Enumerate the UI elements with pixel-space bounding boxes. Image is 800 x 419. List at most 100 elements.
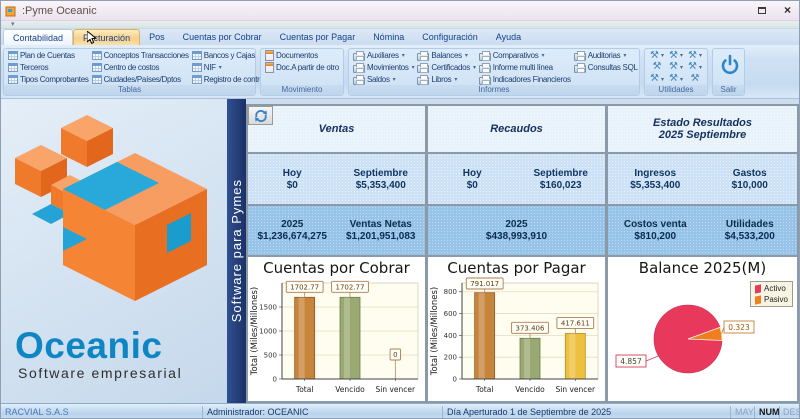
- stat-value: $1,236,674,275: [257, 231, 327, 242]
- title-bar: :Pyme Oceanic ×: [1, 1, 799, 21]
- utility-button-2[interactable]: ⚒▾: [667, 51, 685, 61]
- utility-button-8[interactable]: ⚒▾: [667, 74, 685, 84]
- ribbon-item-label: Doc.A partir de otro: [276, 63, 339, 72]
- printer-icon: [353, 77, 365, 85]
- svg-text:1702.77: 1702.77: [336, 283, 365, 291]
- ribbon-item-label: Certificados: [431, 63, 470, 72]
- chart-cuentas-por-pagar: Cuentas por Pagar 0200400600800791.017To…: [428, 257, 605, 401]
- utility-button-1[interactable]: ⚒▾: [648, 51, 666, 61]
- refresh-button[interactable]: [248, 106, 273, 125]
- utility-button-5[interactable]: ⚒▾: [667, 62, 685, 72]
- stat-label: Septiembre: [534, 168, 588, 179]
- stat-cell: Hoy$0: [248, 154, 337, 204]
- tools-icon: ⚒: [669, 51, 678, 61]
- ribbon-item-registro-de-control[interactable]: Registro de control: [192, 75, 265, 84]
- printer-icon: [574, 53, 586, 61]
- group-label: Salir: [713, 85, 744, 95]
- stat-label: Hoy: [463, 168, 482, 179]
- svg-text:0: 0: [273, 376, 277, 384]
- ribbon-item-auxiliares[interactable]: Auxiliares▾: [353, 50, 414, 61]
- ribbon-item-label: Auxiliares: [367, 51, 399, 60]
- panel-title-text: Recaudos: [490, 123, 543, 135]
- legend-swatch-pasivo: [755, 295, 761, 304]
- ribbon-item-documentos[interactable]: Documentos: [265, 50, 339, 61]
- svg-text:0: 0: [393, 351, 397, 359]
- tab-nomina[interactable]: Nómina: [364, 29, 413, 45]
- app-icon: [5, 5, 17, 17]
- chart-title: Balance 2025(M): [608, 257, 797, 277]
- ribbon-item-tipos-comprobantes[interactable]: Tipos Comprobantes: [8, 75, 89, 84]
- ribbon-item-conceptos-transacciones[interactable]: Conceptos Transacciones: [92, 51, 189, 60]
- utility-button-3[interactable]: ⚒▾: [686, 51, 704, 61]
- ribbon-item-auditorias[interactable]: Auditorias▾: [574, 50, 638, 61]
- dropdown-arrow-icon: ▾: [454, 76, 457, 83]
- svg-text:800: 800: [444, 288, 457, 296]
- ribbon-item-label: Movimientos: [367, 63, 409, 72]
- tab-pos[interactable]: Pos: [140, 29, 174, 45]
- ribbon-item-centro-de-costos[interactable]: Centro de costos: [92, 63, 189, 72]
- ribbon-item-balances[interactable]: Balances▾: [417, 50, 475, 61]
- ribbon-item-label: Comparativos: [493, 51, 539, 60]
- svg-text:791.017: 791.017: [470, 280, 499, 288]
- tools-icon: ⚒: [688, 51, 697, 61]
- tools-icon: ⚒: [669, 62, 678, 72]
- ribbon-item-terceros[interactable]: Terceros: [8, 63, 89, 72]
- tab-cuentas-por-pagar[interactable]: Cuentas por Pagar: [271, 29, 365, 45]
- tab-cuentas-por-cobrar[interactable]: Cuentas por Cobrar: [174, 29, 271, 45]
- tab-configuracion[interactable]: Configuración: [413, 29, 487, 45]
- ribbon-item-doc-a-partir-de-otro[interactable]: Doc.A partir de otro: [265, 62, 339, 73]
- restore-window-button[interactable]: [758, 7, 766, 14]
- status-divider: [779, 406, 780, 418]
- dropdown-arrow-icon: ▾: [680, 52, 683, 59]
- stat-value: $0: [467, 180, 478, 191]
- ribbon-item-comparativos[interactable]: Comparativos▾: [479, 50, 571, 61]
- refresh-icon: [253, 109, 269, 123]
- utility-button-4[interactable]: ⚒: [648, 62, 666, 72]
- ribbon-item-label: Consultas SQL: [588, 63, 638, 72]
- legend-swatch-activo: [755, 284, 761, 293]
- svg-text:200: 200: [444, 354, 457, 362]
- ribbon-item-nif[interactable]: NIF▾: [192, 63, 265, 72]
- printer-icon: [574, 65, 586, 73]
- tab-ayuda[interactable]: Ayuda: [487, 29, 530, 45]
- stat-label: Septiembre: [354, 168, 408, 179]
- ribbon-item-ciudades-paises-dptos[interactable]: Ciudades/Países/Dptos: [92, 75, 189, 84]
- ribbon-item-indicadores-financieros[interactable]: Indicadores Financieros: [479, 74, 571, 85]
- exit-button[interactable]: [719, 53, 741, 82]
- ribbon-item-movimientos[interactable]: Movimientos▾: [353, 62, 414, 73]
- svg-text:Vencido: Vencido: [335, 385, 365, 394]
- close-window-button[interactable]: ×: [784, 5, 791, 15]
- stat-value: $438,993,910: [486, 231, 547, 242]
- svg-text:Total: Total: [295, 385, 314, 394]
- vertical-banner-text: Software para Pymes: [229, 179, 244, 322]
- ribbon-item-libros[interactable]: Libros▾: [417, 74, 475, 85]
- ribbon-item-consultas-sql[interactable]: Consultas SQL: [574, 62, 638, 73]
- ribbon-item-plan-de-cuentas[interactable]: Plan de Cuentas: [8, 51, 89, 60]
- stat-cell: Costos venta$810,200: [608, 206, 703, 255]
- utility-button-6[interactable]: ⚒▾: [686, 62, 704, 72]
- quick-access-dropdown-icon[interactable]: ▾: [11, 20, 15, 28]
- stat-cell: Ventas Netas$1,201,951,083: [337, 206, 426, 255]
- bar-chart: 0200400600800791.017Total373.406Vencido4…: [428, 277, 605, 401]
- ribbon-item-saldos[interactable]: Saldos▾: [353, 74, 414, 85]
- svg-text:4.857: 4.857: [620, 357, 642, 366]
- stat-label: Utilidades: [726, 219, 774, 230]
- dropdown-arrow-icon: ▾: [661, 76, 664, 83]
- group-label: Movimiento: [261, 85, 343, 95]
- legend-item-pasivo: Pasivo: [755, 295, 788, 304]
- ribbon-item-informe-multi-linea[interactable]: Informe multi línea: [479, 62, 571, 73]
- ribbon-item-label: Terceros: [20, 63, 48, 72]
- utility-button-7[interactable]: ⚒▾: [648, 74, 666, 84]
- ribbon-item-certificados[interactable]: Certificados▾: [417, 62, 475, 73]
- ribbon-item-bancos-y-cajas[interactable]: Bancos y Cajas: [192, 51, 265, 60]
- status-divider: [202, 406, 203, 418]
- stat-value: $810,200: [634, 231, 676, 242]
- ribbon-item-label: Bancos y Cajas: [204, 51, 255, 60]
- svg-text:Vencido: Vencido: [515, 385, 545, 394]
- chart-cuentas-por-cobrar: Cuentas por Cobrar 0500100015001702.77To…: [248, 257, 425, 401]
- ribbon-item-label: Documentos: [276, 51, 318, 60]
- tab-facturacion[interactable]: Facturación: [73, 29, 140, 45]
- utility-button-9[interactable]: ⚒: [686, 74, 704, 84]
- tab-contabilidad[interactable]: Contabilidad: [3, 29, 73, 45]
- panel-estado-row1: Ingresos$5,353,400 Gastos$10,000: [608, 154, 797, 204]
